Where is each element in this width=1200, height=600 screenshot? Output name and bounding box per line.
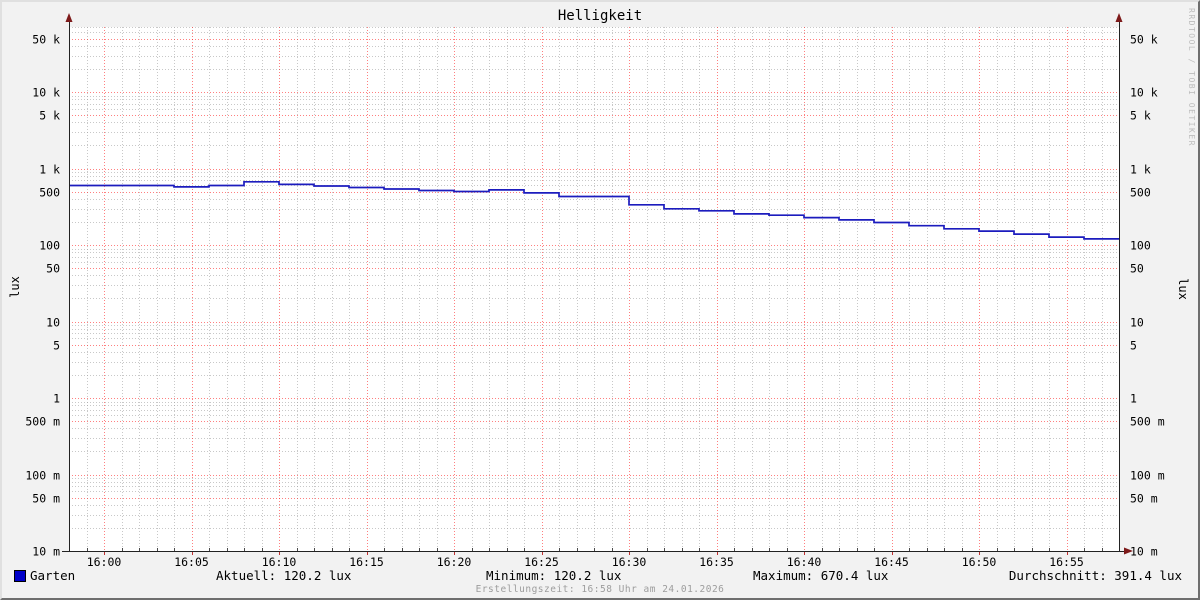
creation-timestamp: Erstellungszeit: 16:58 Uhr am 24.01.2026 (2, 584, 1198, 595)
svg-text:50 k: 50 k (1130, 33, 1158, 47)
chart-plot-area: 16:00 16:05 16:10 16:15 16:20 16:25 16:30 16:35… (2, 2, 1198, 598)
svg-text:16:55: 16:55 (1049, 555, 1084, 569)
svg-text:10 m: 10 m (32, 545, 60, 559)
svg-text:16:30: 16:30 (612, 555, 647, 569)
svg-text:10 k: 10 k (1130, 86, 1158, 100)
svg-text:1: 1 (1130, 392, 1137, 406)
svg-text:100: 100 (39, 239, 60, 253)
svg-text:500 m: 500 m (25, 415, 60, 429)
svg-text:16:15: 16:15 (349, 555, 384, 569)
series-legend-label: Garten (30, 568, 75, 583)
svg-text:5: 5 (53, 339, 60, 353)
svg-text:5 k: 5 k (39, 109, 60, 123)
stat-durchschnitt: Durchschnitt: 391.4 lux (1009, 568, 1182, 583)
stat-maximum: Maximum: 670.4 lux (753, 568, 888, 583)
svg-text:50: 50 (1130, 262, 1144, 276)
svg-text:16:10: 16:10 (262, 555, 297, 569)
svg-text:1 k: 1 k (1130, 163, 1151, 177)
stat-aktuell: Aktuell: 120.2 lux (216, 568, 351, 583)
svg-text:50: 50 (46, 262, 60, 276)
legend-row: Garten Aktuell: 120.2 lux Minimum: 120.2… (2, 568, 1198, 584)
svg-text:10: 10 (1130, 316, 1144, 330)
svg-text:16:35: 16:35 (699, 555, 734, 569)
svg-text:100: 100 (1130, 239, 1151, 253)
svg-text:500: 500 (39, 186, 60, 200)
svg-text:100 m: 100 m (1130, 469, 1165, 483)
svg-text:50 k: 50 k (32, 33, 60, 47)
svg-text:500 m: 500 m (1130, 415, 1165, 429)
svg-text:50 m: 50 m (32, 492, 60, 506)
svg-text:16:45: 16:45 (874, 555, 909, 569)
svg-text:1: 1 (53, 392, 60, 406)
svg-text:10: 10 (46, 316, 60, 330)
series-color-swatch (14, 570, 26, 582)
svg-text:100 m: 100 m (25, 469, 60, 483)
svg-text:16:40: 16:40 (787, 555, 822, 569)
svg-text:16:50: 16:50 (962, 555, 997, 569)
svg-text:5 k: 5 k (1130, 109, 1151, 123)
arrow-up-right-icon (1116, 13, 1123, 22)
svg-text:10 m: 10 m (1130, 545, 1158, 559)
stat-minimum: Minimum: 120.2 lux (486, 568, 621, 583)
svg-text:500: 500 (1130, 186, 1151, 200)
svg-text:10 k: 10 k (32, 86, 60, 100)
svg-text:16:20: 16:20 (437, 555, 472, 569)
svg-text:5: 5 (1130, 339, 1137, 353)
svg-text:50 m: 50 m (1130, 492, 1158, 506)
svg-text:1 k: 1 k (39, 163, 60, 177)
rrdtool-graph: Helligkeit RRDTOOL / TOBI OETIKER lux lu… (0, 0, 1200, 600)
svg-text:16:05: 16:05 (174, 555, 209, 569)
arrow-up-left-icon (66, 13, 73, 22)
svg-text:16:00: 16:00 (87, 555, 122, 569)
svg-text:16:25: 16:25 (524, 555, 559, 569)
